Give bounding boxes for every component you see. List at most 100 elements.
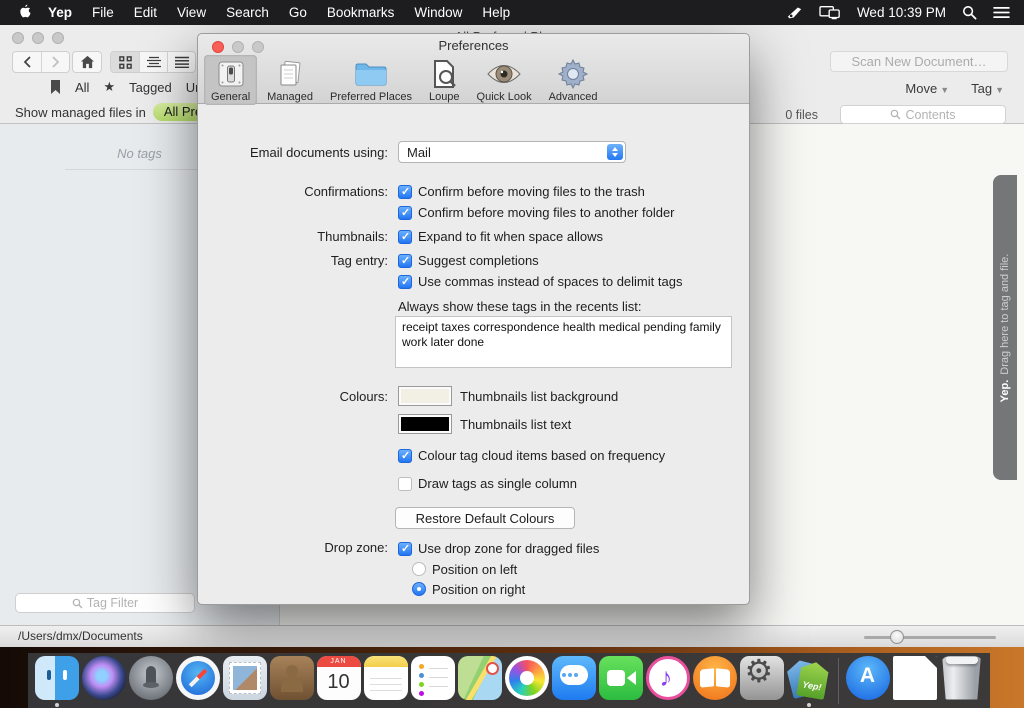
pref-tab-general[interactable]: General bbox=[204, 55, 257, 105]
gear-icon bbox=[557, 58, 589, 90]
drop-zone-tab[interactable]: Yep.Drag here to tag and file. bbox=[993, 175, 1017, 480]
dock-item-safari[interactable] bbox=[176, 654, 220, 708]
dock-item-app-store[interactable] bbox=[846, 654, 890, 708]
email-client-popup[interactable]: Mail bbox=[398, 141, 626, 163]
mail-icon bbox=[223, 656, 267, 700]
dock-item-maps[interactable] bbox=[458, 654, 502, 708]
menu-window[interactable]: Window bbox=[404, 0, 472, 25]
dock-item-document[interactable] bbox=[893, 654, 937, 708]
apple-icon bbox=[18, 4, 33, 21]
dock-item-trash[interactable] bbox=[940, 654, 984, 708]
tag-filter-input[interactable]: Tag Filter bbox=[15, 593, 195, 613]
search-icon[interactable] bbox=[962, 5, 977, 20]
files-count: 0 files bbox=[785, 108, 818, 122]
checkbox-label: Use drop zone for dragged files bbox=[418, 541, 599, 556]
list-view-button[interactable] bbox=[139, 52, 167, 72]
menu-yep[interactable]: Yep bbox=[38, 0, 82, 25]
checkbox[interactable] bbox=[398, 230, 412, 244]
dock-item-messages[interactable] bbox=[552, 654, 596, 708]
checkbox[interactable] bbox=[398, 254, 412, 268]
colours-label: Colours: bbox=[198, 389, 395, 404]
pref-tab-quick-look[interactable]: Quick Look bbox=[470, 55, 539, 105]
contents-search-input[interactable]: Contents bbox=[840, 105, 1006, 124]
preferences-toolbar: Preferences GeneralManagedPreferred Plac… bbox=[198, 34, 749, 104]
swatch-label: Thumbnails list background bbox=[460, 389, 618, 404]
dock-item-reminders[interactable] bbox=[411, 654, 455, 708]
pen-icon[interactable] bbox=[786, 5, 803, 20]
column-view-button[interactable] bbox=[167, 52, 195, 72]
dock-item-system-preferences[interactable] bbox=[740, 654, 784, 708]
dock-item-launchpad[interactable] bbox=[129, 654, 173, 708]
dock-item-contacts[interactable] bbox=[270, 654, 314, 708]
move-menu[interactable]: Move▼ bbox=[905, 81, 949, 96]
bookmark-icon[interactable] bbox=[50, 80, 61, 94]
drop-zone-checkbox[interactable] bbox=[398, 542, 412, 556]
tag-menu[interactable]: Tag▼ bbox=[971, 81, 1004, 96]
menu-list-icon[interactable] bbox=[993, 6, 1010, 19]
checkbox[interactable] bbox=[398, 477, 412, 491]
checkbox[interactable] bbox=[398, 449, 412, 463]
radio-position[interactable] bbox=[412, 582, 426, 596]
menu-file[interactable]: File bbox=[82, 0, 124, 25]
pref-tab-managed[interactable]: Managed bbox=[260, 55, 320, 105]
menu-help[interactable]: Help bbox=[472, 0, 520, 25]
checkbox[interactable] bbox=[398, 275, 412, 289]
apple-menu[interactable] bbox=[12, 4, 38, 21]
dock-item-siri[interactable] bbox=[82, 654, 126, 708]
dock-item-itunes[interactable] bbox=[646, 654, 690, 708]
menu-view[interactable]: View bbox=[167, 0, 216, 25]
pref-tab-advanced[interactable]: Advanced bbox=[542, 55, 605, 105]
slider-knob[interactable] bbox=[890, 630, 904, 644]
thumbnails-background-swatch[interactable] bbox=[398, 386, 452, 406]
popup-stepper-icon bbox=[607, 144, 623, 160]
grid-view-button[interactable] bbox=[111, 52, 139, 72]
checkbox[interactable] bbox=[398, 185, 412, 199]
pref-tab-loupe[interactable]: Loupe bbox=[422, 55, 467, 105]
dock-item-notes[interactable] bbox=[364, 654, 408, 708]
menu-edit[interactable]: Edit bbox=[124, 0, 167, 25]
menu-search[interactable]: Search bbox=[216, 0, 279, 25]
dock-separator bbox=[838, 658, 839, 704]
home-button[interactable] bbox=[72, 51, 102, 73]
dock-item-finder[interactable] bbox=[35, 654, 79, 708]
forward-button[interactable] bbox=[41, 52, 69, 72]
chevron-down-icon: ▼ bbox=[940, 85, 949, 95]
desktop: YepFileEditViewSearchGoBookmarksWindowHe… bbox=[0, 0, 1024, 708]
search-icon bbox=[890, 109, 901, 120]
back-button[interactable] bbox=[13, 52, 41, 72]
menu-bar: YepFileEditViewSearchGoBookmarksWindowHe… bbox=[0, 0, 1024, 25]
scan-new-document-button[interactable]: Scan New Document… bbox=[830, 51, 1008, 72]
restore-default-colours-button[interactable]: Restore Default Colours bbox=[395, 507, 575, 529]
folder-icon bbox=[354, 58, 388, 90]
pref-tab-preferred-places[interactable]: Preferred Places bbox=[323, 55, 419, 105]
pref-tab-label: Advanced bbox=[549, 91, 598, 103]
dock-item-facetime[interactable] bbox=[599, 654, 643, 708]
preferences-dialog: Preferences GeneralManagedPreferred Plac… bbox=[197, 33, 750, 605]
radio-position[interactable] bbox=[412, 562, 426, 576]
menu-go[interactable]: Go bbox=[279, 0, 317, 25]
maps-icon bbox=[458, 656, 502, 700]
divider bbox=[65, 169, 215, 170]
dock-item-calendar[interactable]: JAN10 bbox=[317, 654, 361, 708]
photos-icon bbox=[505, 656, 549, 700]
dock-item-photos[interactable] bbox=[505, 654, 549, 708]
filter-tagged[interactable]: Tagged bbox=[129, 80, 172, 95]
thumbnails-text-swatch[interactable] bbox=[398, 414, 452, 434]
displays-icon[interactable] bbox=[819, 5, 841, 20]
chevron-down-icon: ▼ bbox=[995, 85, 1004, 95]
menu-clock[interactable]: Wed 10:39 PM bbox=[857, 5, 946, 20]
document-icon bbox=[893, 656, 937, 700]
checkbox[interactable] bbox=[398, 206, 412, 220]
filter-all[interactable]: All bbox=[75, 80, 89, 95]
thumbnail-size-slider[interactable] bbox=[864, 636, 996, 639]
dock-item-ibooks[interactable] bbox=[693, 654, 737, 708]
dock-item-yep[interactable]: Yep! bbox=[787, 654, 831, 708]
move-tag-menus: Move▼ Tag▼ bbox=[905, 81, 1004, 96]
email-row: Email documents using: Mail bbox=[198, 141, 749, 163]
pref-tab-label: Managed bbox=[267, 91, 313, 103]
star-icon[interactable]: ★ bbox=[103, 79, 115, 95]
app-store-icon bbox=[846, 656, 890, 700]
dock-item-mail[interactable] bbox=[223, 654, 267, 708]
menu-bookmarks[interactable]: Bookmarks bbox=[317, 0, 405, 25]
recent-tags-input[interactable]: receipt taxes correspondence health medi… bbox=[395, 316, 732, 368]
